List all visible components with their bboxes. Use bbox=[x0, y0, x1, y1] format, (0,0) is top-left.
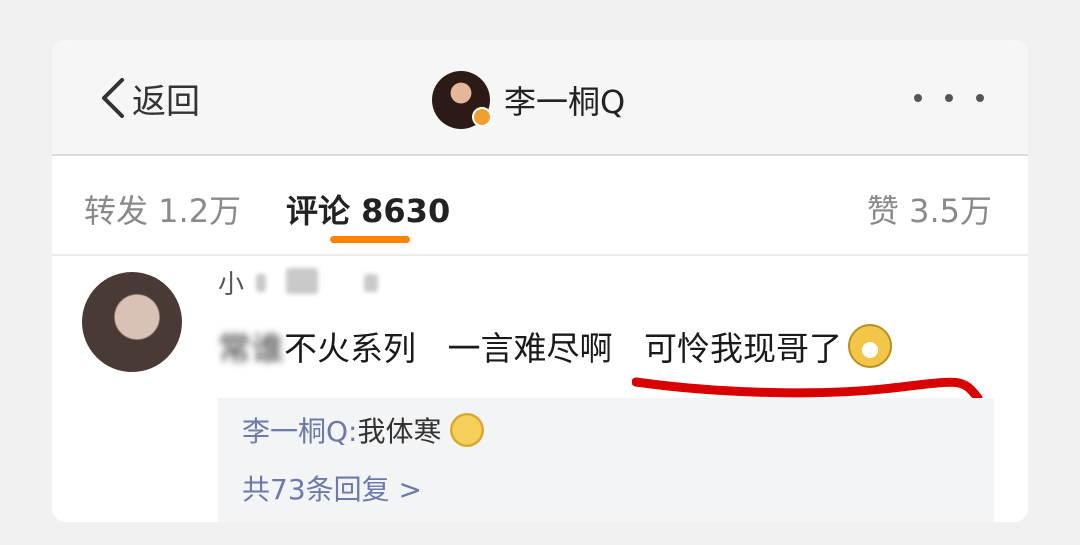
reply-preview-line: 李一桐Q: 我体寒 bbox=[242, 410, 484, 450]
avatar[interactable] bbox=[432, 71, 492, 129]
top-nav-bar: 返回 李一桐Q bbox=[52, 40, 1028, 156]
view-replies-link[interactable]: 共73条回复 > bbox=[242, 468, 422, 508]
profile-header[interactable]: 李一桐Q bbox=[432, 70, 625, 130]
chevron-left-icon bbox=[102, 78, 124, 118]
comment-text: 常谁 不火系列 一言难尽啊 可怜我现哥了 bbox=[218, 322, 892, 370]
censored-username-block bbox=[364, 274, 378, 292]
weibo-comment-card: 返回 李一桐Q 转发 1.2万 评论 8630 赞 3.5万 小 常谁 不火系列… bbox=[52, 40, 1028, 522]
reply-preview-box[interactable]: 李一桐Q: 我体寒 共73条回复 > bbox=[218, 398, 994, 522]
tab-likes[interactable]: 赞 3.5万 bbox=[867, 186, 992, 232]
stats-tabs: 转发 1.2万 评论 8630 赞 3.5万 bbox=[52, 156, 1028, 256]
username-visible-text: 小 bbox=[218, 270, 245, 300]
profile-name: 李一桐Q bbox=[504, 83, 626, 121]
thinking-emoji-icon bbox=[449, 413, 484, 447]
comment-visible-text: 不火系列 一言难尽啊 可怜我现哥了 bbox=[284, 329, 842, 368]
back-button[interactable]: 返回 bbox=[100, 76, 200, 122]
censored-username-block bbox=[256, 274, 266, 292]
divider bbox=[52, 254, 1028, 256]
commenter-avatar[interactable] bbox=[82, 272, 182, 372]
more-options-button[interactable] bbox=[914, 80, 984, 116]
tab-repost[interactable]: 转发 1.2万 bbox=[84, 186, 241, 232]
back-label: 返回 bbox=[132, 81, 200, 122]
tab-comments[interactable]: 评论 8630 bbox=[286, 186, 450, 232]
dot-icon bbox=[914, 94, 922, 102]
dot-icon bbox=[945, 94, 953, 102]
verified-badge-icon bbox=[472, 107, 492, 127]
dot-icon bbox=[976, 94, 984, 102]
censored-username-block bbox=[286, 268, 318, 294]
reply-text: 我体寒 bbox=[357, 415, 442, 448]
reply-author[interactable]: 李一桐Q: bbox=[242, 410, 357, 450]
censored-comment-text: 常谁 bbox=[218, 329, 284, 368]
commenter-username[interactable]: 小 bbox=[218, 264, 244, 301]
active-tab-indicator bbox=[330, 236, 410, 243]
comment-item: 小 常谁 不火系列 一言难尽啊 可怜我现哥了 李一桐Q: 我体寒 共73条回复 … bbox=[52, 258, 1028, 522]
laughing-tears-emoji-icon bbox=[847, 324, 892, 368]
